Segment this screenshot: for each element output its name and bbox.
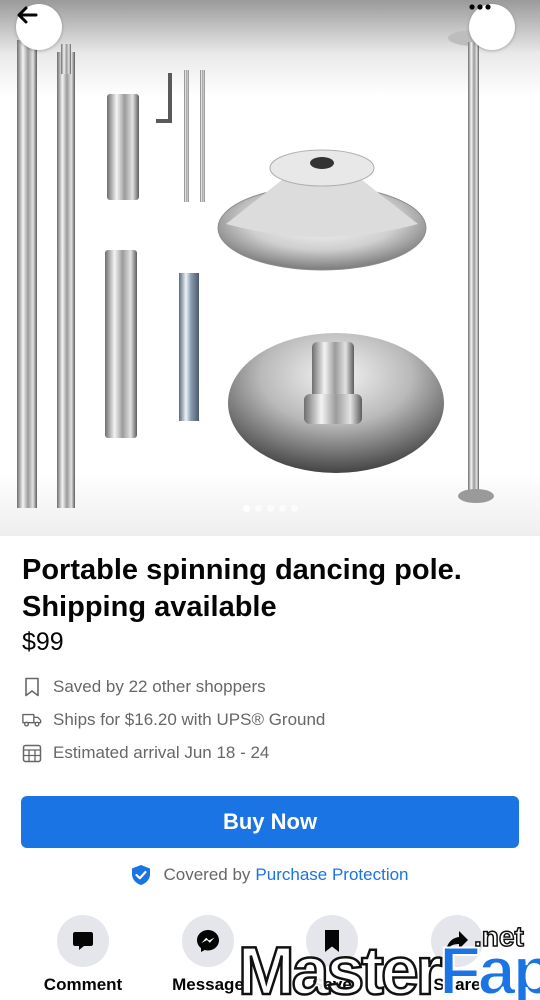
product-image[interactable] — [0, 0, 540, 536]
pagination-dot[interactable] — [278, 505, 286, 512]
pole-kit-illustration — [17, 30, 500, 508]
bookmark-icon — [22, 677, 42, 697]
back-arrow-icon — [17, 6, 38, 24]
more-dots-icon — [469, 4, 491, 10]
pole-segment — [17, 40, 37, 508]
pagination-dot[interactable] — [254, 505, 262, 512]
svg-text:.net: .net — [474, 921, 524, 952]
pagination-dot[interactable] — [242, 505, 250, 512]
back-button[interactable] — [16, 4, 62, 50]
image-pagination — [0, 505, 540, 512]
spindle-tube — [179, 273, 199, 421]
comment-icon — [73, 932, 93, 950]
saved-count-row: Saved by 22 other shoppers — [22, 675, 266, 699]
listing-price: $99 — [22, 628, 64, 656]
message-label: Message — [172, 975, 244, 994]
messenger-icon — [197, 930, 219, 952]
tube-connector — [105, 250, 137, 438]
assembled-pole — [468, 42, 479, 492]
saved-count-text: Saved by 22 other shoppers — [53, 677, 266, 696]
protection-prefix: Covered by — [163, 865, 251, 884]
message-button[interactable] — [182, 915, 234, 967]
arrival-text: Estimated arrival Jun 18 - 24 — [53, 743, 270, 762]
pole-segment — [57, 52, 75, 508]
allen-key — [156, 73, 172, 123]
shipping-text: Ships for $16.20 with UPS® Ground — [53, 710, 326, 729]
shield-check-icon — [131, 864, 151, 886]
watermark-logo: MasterFap .net — [237, 920, 540, 1000]
calendar-icon — [22, 743, 42, 763]
purchase-protection-row: Covered by Purchase Protection — [0, 864, 540, 886]
pagination-dot[interactable] — [290, 505, 298, 512]
truck-icon — [22, 710, 42, 730]
tube-connector — [107, 94, 139, 200]
comment-action[interactable]: Comment — [28, 915, 138, 995]
more-options-button[interactable] — [469, 4, 515, 50]
buy-now-button[interactable]: Buy Now — [21, 796, 519, 848]
arrival-row: Estimated arrival Jun 18 - 24 — [22, 741, 269, 765]
comment-label: Comment — [43, 975, 123, 994]
listing-title: Portable spinning dancing pole. Shipping… — [22, 554, 462, 623]
shipping-row: Ships for $16.20 with UPS® Ground — [22, 708, 325, 732]
pagination-dot[interactable] — [266, 505, 274, 512]
comment-button[interactable] — [57, 915, 109, 967]
purchase-protection-link[interactable]: Purchase Protection — [255, 865, 408, 885]
